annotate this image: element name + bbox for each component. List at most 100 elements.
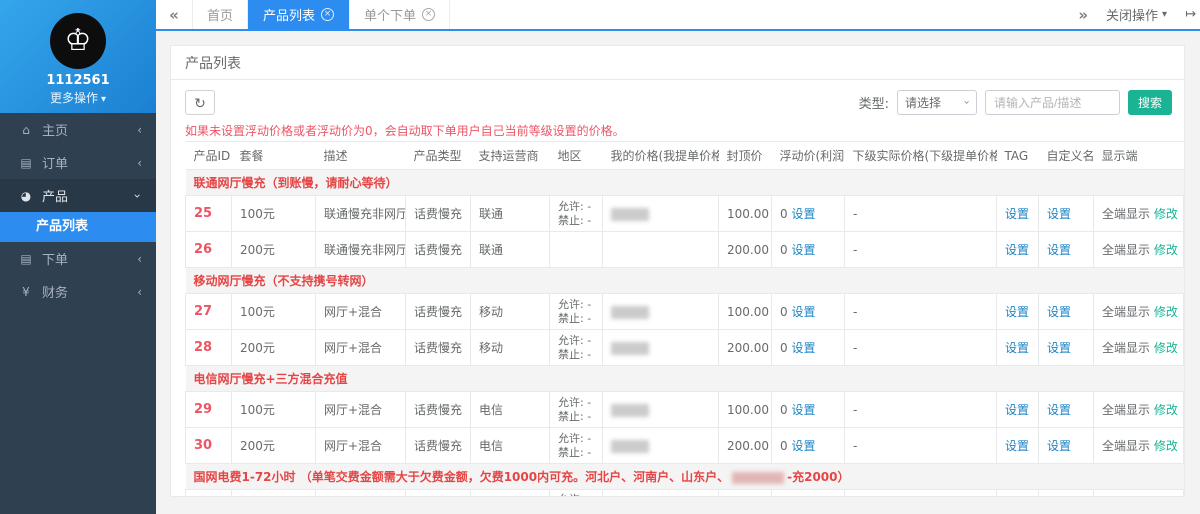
floating-price-set-link[interactable]: 设置 [791,243,815,257]
logout-icon: ↦ [1185,7,1196,22]
display-modify-link[interactable]: 修改 [1154,439,1178,453]
floating-price-cell: 0 设置 [772,196,845,232]
censored-price [611,440,649,453]
floating-price-set-link[interactable]: 设置 [791,403,815,417]
avatar[interactable]: ♔ [50,13,106,69]
group-header-cell: 国网电费1-72小时 （单笔交费金额需大于欠费金额，欠费1000内可充。河北户、… [186,464,1184,490]
sidebar-menu: ⌂主页‹▤订单‹◕产品›产品列表▤下单‹¥财务‹ [0,113,156,308]
col-header-floating-price: 浮动价(利润) [772,142,845,170]
tab-close-icon[interactable]: × [422,8,435,21]
region-cell: 允许: -禁止: - [550,294,603,330]
chevron-down-icon: › [131,193,145,198]
tag-cell: 设置 [997,392,1039,428]
sidebar-item-label: 财务 [42,282,68,301]
tag-set-link[interactable]: 设置 [1005,305,1029,319]
region-cell: 允许: -禁止: - [550,196,603,232]
tag-set-link[interactable]: 设置 [1005,207,1029,221]
type-select[interactable]: 请选择 › [897,90,977,115]
tabs-collapse-right-button[interactable]: » [1078,6,1088,24]
custom-name-set-link[interactable]: 设置 [1047,305,1071,319]
product-row: 27100元网厅+混合话费慢充移动允许: -禁止: -100.000 设置-设置… [186,294,1184,330]
package-cell: 200元 [232,428,316,464]
sidebar-item-product-list[interactable]: 产品列表 [0,212,156,242]
carrier-cell: 联通 [471,196,550,232]
table-cell [186,490,232,498]
custom-name-set-link[interactable]: 设置 [1047,439,1071,453]
floating-price-set-link[interactable]: 设置 [791,305,815,319]
more-actions-label: 更多操作 [50,91,98,105]
sidebar-item-orders[interactable]: ▤订单‹ [0,146,156,179]
sidebar: ♔ 1112561 更多操作▾ ⌂主页‹▤订单‹◕产品›产品列表▤下单‹¥财务‹ [0,0,156,514]
display-modify-link[interactable]: 修改 [1154,305,1178,319]
logout-button[interactable]: ↦退出 [1185,5,1200,24]
display-side-cell: 全端显示 修改 [1094,294,1184,330]
chevron-down-icon: › [960,100,973,104]
chevron-left-icon: ‹ [137,285,142,299]
custom-name-set-link[interactable]: 设置 [1047,341,1071,355]
main-content: 产品列表 ↻ 类型: 请选择 › 搜索 如果未设置浮动价格或者浮动价为0，会自动… [156,31,1200,514]
close-actions-label: 关闭操作 [1106,5,1158,24]
tab-label: 首页 [207,5,233,24]
description-cell: 网厅+混合 [316,428,406,464]
custom-name-set-link[interactable]: 设置 [1047,243,1071,257]
cap-price-cell: 200.00 [719,330,772,366]
tag-set-link[interactable]: 设置 [1005,403,1029,417]
description-cell: 联通慢充非网厅 [316,232,406,268]
search-input[interactable] [985,90,1120,115]
display-modify-link[interactable]: 修改 [1154,341,1178,355]
tabs-collapse-left-button[interactable]: « [156,0,192,29]
document-icon: ▤ [18,156,34,170]
tab-0[interactable]: 首页 [192,0,248,29]
product-id-cell: 29 [186,392,232,428]
col-header-carrier: 支持运营商 [471,142,550,170]
table-cell [603,490,719,498]
tab-close-icon[interactable]: × [321,8,334,21]
product-id-cell: 26 [186,232,232,268]
package-cell: 100元 [232,392,316,428]
product-list-panel: 产品列表 ↻ 类型: 请选择 › 搜索 如果未设置浮动价格或者浮动价为0，会自动… [170,45,1185,497]
table-wrap: 产品ID套餐描述产品类型支持运营商地区我的价格(我提单价格)封顶价浮动价(利润)… [171,141,1184,497]
sidebar-item-finance[interactable]: ¥财务‹ [0,275,156,308]
caret-down-icon: ▾ [101,94,106,105]
sidebar-item-home[interactable]: ⌂主页‹ [0,113,156,146]
my-price-cell [603,196,719,232]
tag-set-link[interactable]: 设置 [1005,243,1029,257]
custom-name-cell: 设置 [1039,294,1094,330]
user-panel: ♔ 1112561 更多操作▾ [0,0,156,113]
product-table: 产品ID套餐描述产品类型支持运营商地区我的价格(我提单价格)封顶价浮动价(利润)… [185,141,1184,497]
tag-cell: 设置 [997,428,1039,464]
custom-name-set-link[interactable]: 设置 [1047,207,1071,221]
tab-2[interactable]: 单个下单× [349,0,450,29]
tag-set-link[interactable]: 设置 [1005,439,1029,453]
description-cell: 网厅+混合 [316,294,406,330]
group-header-row: 电信网厅慢充+三方混合充值 [186,366,1184,392]
display-modify-link[interactable]: 修改 [1154,207,1178,221]
product-type-cell: 话费慢充 [406,294,471,330]
tab-1[interactable]: 产品列表× [248,0,349,29]
display-modify-link[interactable]: 修改 [1154,243,1178,257]
tabs: 首页产品列表×单个下单× [192,0,450,29]
floating-price-warning: 如果未设置浮动价格或者浮动价为0，会自动取下单用户自己当前等级设置的价格。 [185,123,1184,139]
sidebar-item-label: 订单 [42,153,68,172]
display-modify-link[interactable]: 修改 [1154,403,1178,417]
col-header-display-side: 显示端 [1094,142,1184,170]
panel-heading: 产品列表 [171,46,1184,80]
floating-price-set-link[interactable]: 设置 [791,341,815,355]
custom-name-set-link[interactable]: 设置 [1047,403,1071,417]
tag-set-link[interactable]: 设置 [1005,341,1029,355]
group-header-cell: 电信网厅慢充+三方混合充值 [186,366,1184,392]
floating-price-set-link[interactable]: 设置 [791,207,815,221]
region-cell: 允许: -禁止: - [550,330,603,366]
my-price-cell [603,232,719,268]
type-select-value: 请选择 [905,94,941,111]
custom-name-cell: 设置 [1039,428,1094,464]
more-actions-dropdown[interactable]: 更多操作▾ [0,89,156,106]
sidebar-item-products[interactable]: ◕产品› [0,179,156,212]
close-actions-dropdown[interactable]: 关闭操作▾ [1106,5,1167,24]
sidebar-item-place-order[interactable]: ▤下单‹ [0,242,156,275]
refresh-button[interactable]: ↻ [185,90,215,115]
search-button[interactable]: 搜索 [1128,90,1172,115]
censored-text [732,472,784,484]
censored-price [611,306,649,319]
floating-price-set-link[interactable]: 设置 [791,439,815,453]
